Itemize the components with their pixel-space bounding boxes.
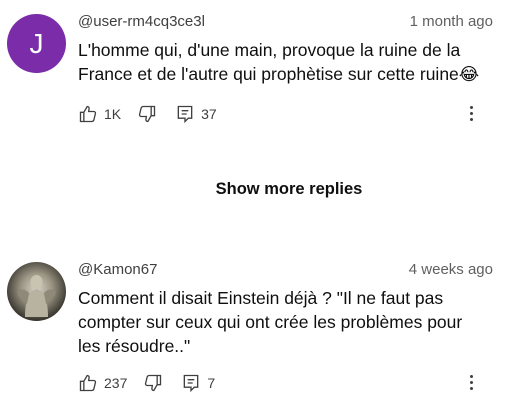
comment-text: Comment il disait Einstein déjà ? "Il ne… xyxy=(78,288,463,356)
more-options-icon[interactable] xyxy=(470,375,474,393)
reply-button[interactable]: 7 xyxy=(181,373,215,393)
comment-text: L'homme qui, d'une main, provoque la rui… xyxy=(78,40,480,84)
comment-actions: 1K 37 xyxy=(78,103,217,125)
comment-author[interactable]: @user-rm4cq3ce3l xyxy=(78,13,205,30)
thumbs-down-icon xyxy=(145,374,162,392)
avatar[interactable] xyxy=(7,262,66,321)
reply-comment-icon xyxy=(177,105,193,124)
thumbs-down-icon xyxy=(138,105,156,123)
like-count: 1K xyxy=(104,106,122,122)
dislike-button[interactable] xyxy=(143,373,163,393)
comment-timestamp[interactable]: 4 weeks ago xyxy=(409,261,493,278)
thumbs-up-icon xyxy=(79,374,97,392)
dislike-button[interactable] xyxy=(137,104,157,124)
comment-timestamp[interactable]: 1 month ago xyxy=(410,13,493,30)
like-button[interactable]: 237 xyxy=(78,373,127,393)
reply-count: 7 xyxy=(207,375,216,391)
avatar[interactable]: J xyxy=(7,14,66,73)
comment-author[interactable]: @Kamon67 xyxy=(78,261,157,278)
show-more-replies-button[interactable]: Show more replies xyxy=(0,180,512,199)
more-options-icon[interactable] xyxy=(470,106,474,124)
reply-count: 37 xyxy=(201,106,217,122)
avatar-letter: J xyxy=(29,27,44,59)
reply-button[interactable]: 37 xyxy=(175,104,217,124)
comment-actions: 237 7 xyxy=(78,372,215,394)
avatar-statue-image xyxy=(17,275,56,317)
thumbs-up-icon xyxy=(79,105,97,123)
like-count: 237 xyxy=(104,375,128,391)
like-button[interactable]: 1K xyxy=(78,104,121,124)
reply-comment-icon xyxy=(184,374,199,393)
